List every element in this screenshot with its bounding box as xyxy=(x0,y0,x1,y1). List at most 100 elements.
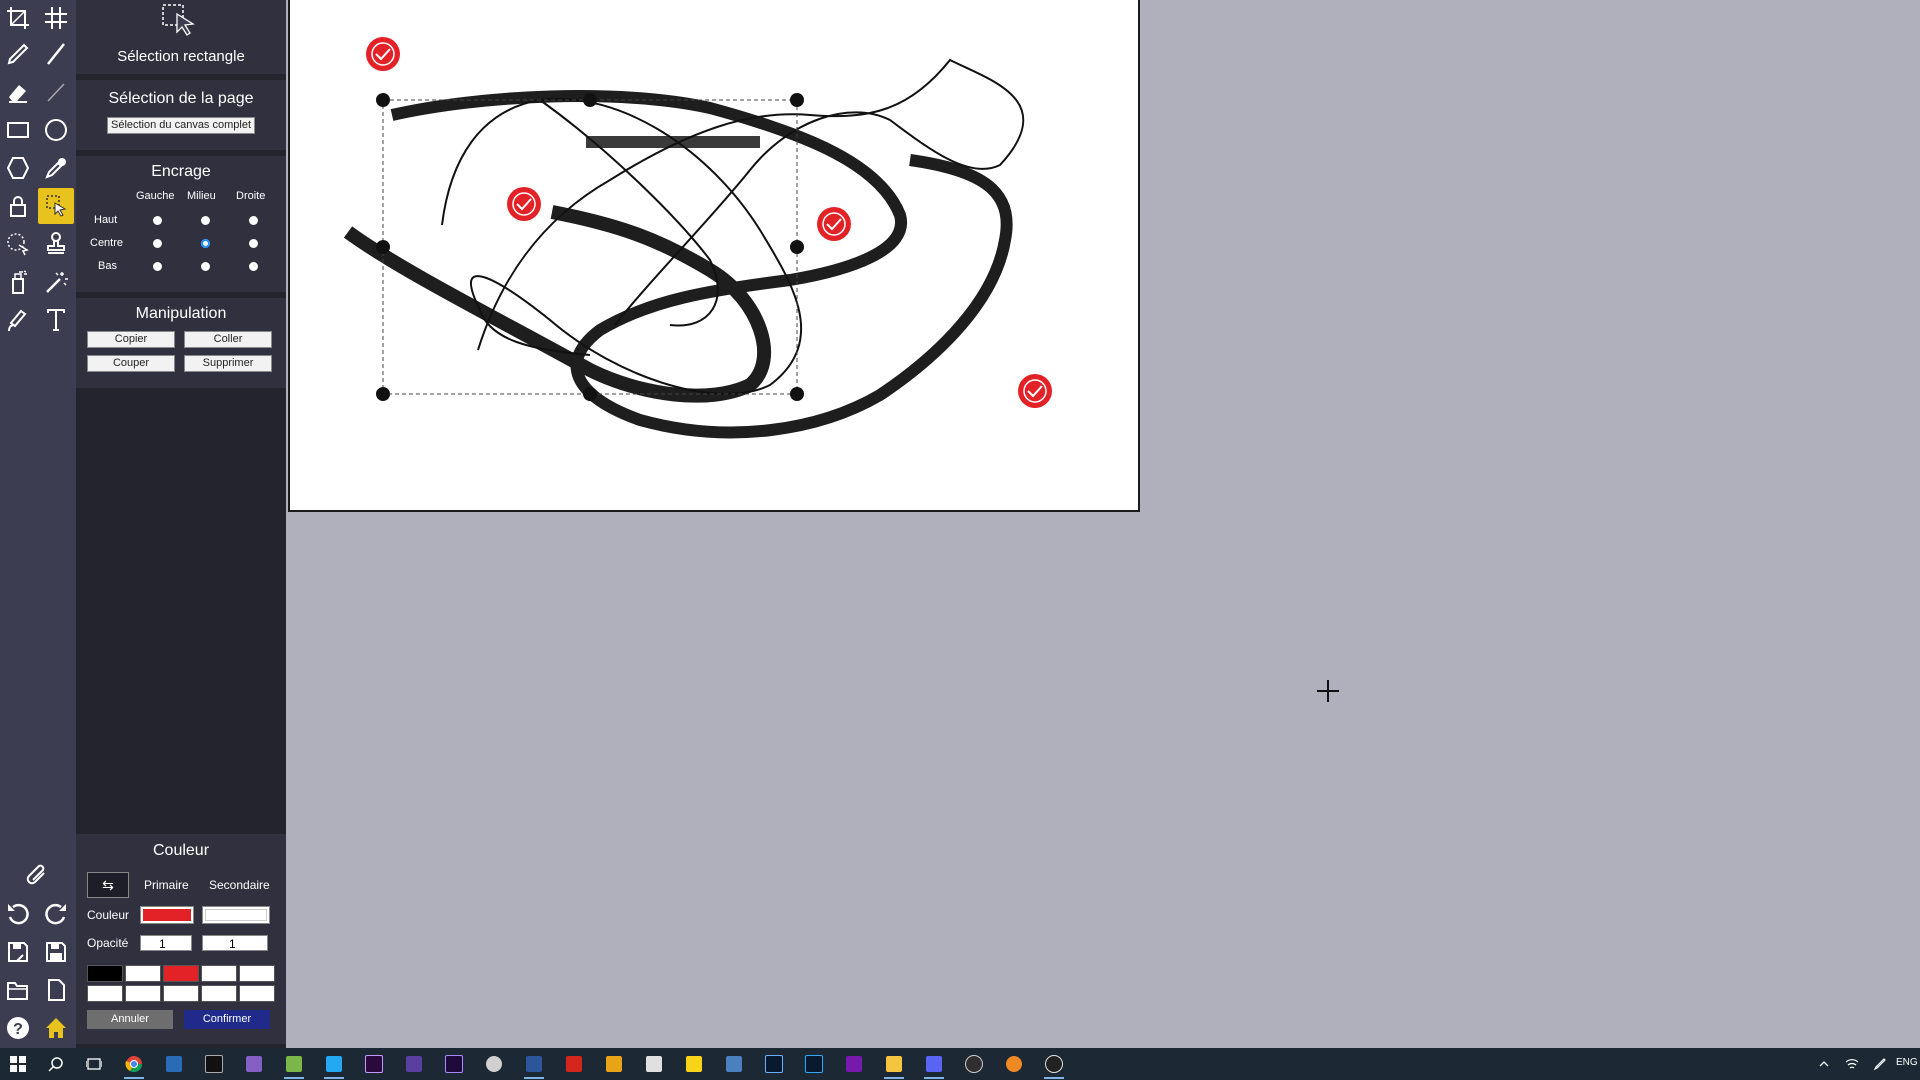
language-indicator[interactable]: ENG xyxy=(1896,1057,1918,1068)
cancel-button[interactable]: Annuler xyxy=(87,1010,173,1029)
transfer-icon[interactable] xyxy=(600,1052,628,1076)
secondary-color-picker[interactable] xyxy=(202,906,270,924)
network-icon[interactable] xyxy=(1838,1052,1866,1076)
onenote-icon[interactable] xyxy=(840,1052,868,1076)
eraser-icon[interactable] xyxy=(0,74,36,110)
resize-handle[interactable] xyxy=(376,93,390,107)
ellipse-icon[interactable] xyxy=(38,112,74,148)
spray-icon[interactable] xyxy=(0,264,36,300)
redo-icon[interactable] xyxy=(38,896,74,932)
task-view-icon[interactable] xyxy=(80,1052,108,1076)
resize-handle[interactable] xyxy=(376,387,390,401)
inking-section: Encrage Gauche Milieu Droite Haut Centre… xyxy=(76,156,286,292)
drawing-canvas[interactable] xyxy=(288,0,1140,512)
word-icon[interactable] xyxy=(520,1052,548,1079)
palette-swatch[interactable] xyxy=(239,985,275,1002)
polygon-icon[interactable] xyxy=(0,150,36,186)
acrobat-icon[interactable] xyxy=(560,1052,588,1076)
chrome-icon[interactable] xyxy=(120,1052,148,1079)
attach-icon[interactable] xyxy=(19,858,55,894)
delete-button[interactable]: Supprimer xyxy=(184,355,272,372)
home-icon[interactable] xyxy=(38,1010,74,1046)
stamp-icon[interactable] xyxy=(38,226,74,262)
undo-icon[interactable] xyxy=(0,896,36,932)
windows-start-icon[interactable] xyxy=(4,1052,32,1076)
resize-handle[interactable] xyxy=(790,93,804,107)
lasso-select-icon[interactable] xyxy=(0,226,36,262)
primary-color-picker[interactable] xyxy=(140,906,194,924)
save-as-icon[interactable] xyxy=(0,934,36,970)
tray-chevron-icon[interactable] xyxy=(1810,1052,1838,1076)
premiere-icon[interactable] xyxy=(360,1052,388,1076)
excel-icon[interactable] xyxy=(640,1052,668,1076)
help-icon[interactable]: ? xyxy=(0,1010,36,1046)
inking-bottom-middle[interactable] xyxy=(201,262,210,271)
visual-studio-icon[interactable] xyxy=(240,1052,268,1076)
resize-handle[interactable] xyxy=(583,387,597,401)
copy-button[interactable]: Copier xyxy=(87,331,175,348)
secondary-opacity-input[interactable]: 1 xyxy=(202,935,268,951)
inking-top-middle[interactable] xyxy=(201,216,210,225)
confirm-button[interactable]: Confirmer xyxy=(184,1010,270,1029)
fill-brush-icon[interactable] xyxy=(0,302,36,338)
clock-app-icon[interactable] xyxy=(1040,1052,1068,1079)
pencil-icon[interactable] xyxy=(0,36,36,72)
select-full-canvas-button[interactable]: Sélection du canvas complet xyxy=(107,117,255,134)
palette-swatch[interactable] xyxy=(125,965,161,982)
palette-swatch[interactable] xyxy=(201,985,237,1002)
resize-handle[interactable] xyxy=(583,93,597,107)
lock-icon[interactable] xyxy=(0,188,36,224)
notepad-plus-icon[interactable] xyxy=(280,1052,308,1079)
calculator-icon[interactable] xyxy=(720,1052,748,1076)
paint-icon[interactable] xyxy=(480,1052,508,1076)
obs-icon[interactable] xyxy=(960,1052,988,1076)
crop-icon[interactable] xyxy=(0,0,36,36)
inking-bottom-left[interactable] xyxy=(153,262,162,271)
inking-center-right[interactable] xyxy=(249,239,258,248)
eyedropper-icon[interactable] xyxy=(38,150,74,186)
brush-line-icon[interactable] xyxy=(38,36,74,72)
magic-wand-icon[interactable] xyxy=(38,264,74,300)
palette-swatch[interactable] xyxy=(125,985,161,1002)
palette-swatch[interactable] xyxy=(87,965,123,982)
inking-center-middle[interactable] xyxy=(201,239,210,248)
inking-bottom-right[interactable] xyxy=(249,262,258,271)
rectangle-select-icon[interactable] xyxy=(38,188,74,224)
file-explorer-icon[interactable] xyxy=(880,1052,908,1079)
vscode-icon[interactable] xyxy=(320,1052,348,1079)
powershell-icon[interactable] xyxy=(160,1052,188,1076)
grid-icon[interactable] xyxy=(38,0,74,36)
palette-swatch[interactable] xyxy=(87,985,123,1002)
palette-swatch[interactable] xyxy=(163,985,199,1002)
lightroom-icon[interactable] xyxy=(760,1052,788,1076)
media-player-icon[interactable] xyxy=(1000,1052,1028,1076)
swap-colors-button[interactable]: ⇆ xyxy=(87,872,129,898)
terminal-icon[interactable] xyxy=(200,1052,228,1076)
cut-button[interactable]: Couper xyxy=(87,355,175,372)
paste-button[interactable]: Coller xyxy=(184,331,272,348)
palette-swatch[interactable] xyxy=(201,965,237,982)
resize-handle[interactable] xyxy=(790,240,804,254)
after-effects-icon[interactable] xyxy=(440,1052,468,1076)
sticky-notes-icon[interactable] xyxy=(680,1052,708,1076)
discord-icon[interactable] xyxy=(920,1052,948,1079)
text-icon[interactable] xyxy=(38,302,74,338)
rectangle-icon[interactable] xyxy=(0,112,36,148)
inking-center-left[interactable] xyxy=(153,239,162,248)
save-icon[interactable] xyxy=(38,934,74,970)
palette-swatch[interactable] xyxy=(163,965,199,982)
search-icon[interactable] xyxy=(42,1052,70,1076)
open-folder-icon[interactable] xyxy=(0,972,36,1008)
primary-opacity-input[interactable]: 1 xyxy=(140,935,192,951)
resize-handle[interactable] xyxy=(376,240,390,254)
app-purple-icon[interactable] xyxy=(400,1052,428,1076)
inking-top-right[interactable] xyxy=(249,216,258,225)
inking-top-left[interactable] xyxy=(153,216,162,225)
line-icon[interactable] xyxy=(38,74,74,110)
photoshop-icon[interactable] xyxy=(800,1052,828,1076)
new-page-icon[interactable] xyxy=(38,972,74,1008)
pen-tray-icon[interactable] xyxy=(1866,1052,1894,1076)
resize-handle[interactable] xyxy=(790,387,804,401)
color-section: Couleur ⇆ Primaire Secondaire Couleur Op… xyxy=(76,834,286,1044)
palette-swatch[interactable] xyxy=(239,965,275,982)
